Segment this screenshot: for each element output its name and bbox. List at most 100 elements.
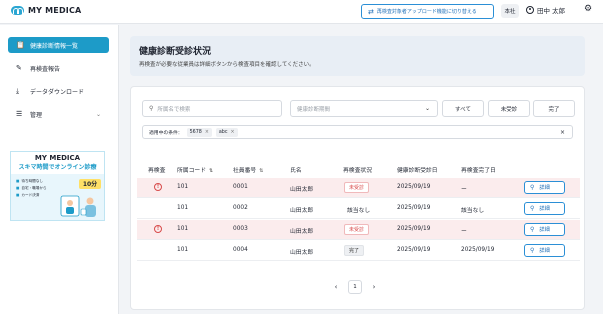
user-name: 田中 太郎 — [537, 7, 566, 15]
column-header: 氏名 — [290, 168, 302, 174]
promo-banner[interactable]: MY MEDICA スキマ時間でオンライン診療 待ち時間なし 自宅・職場から カ… — [10, 151, 105, 221]
exam-date: 2025/09/19 — [397, 184, 431, 190]
search-icon: ⚲ — [149, 105, 154, 112]
chevron-right-icon[interactable]: › — [368, 283, 380, 291]
filter-chip-label: abc — [218, 129, 228, 135]
user-icon — [526, 6, 534, 14]
user-menu[interactable]: 田中 太郎 — [526, 5, 565, 15]
search-icon: ⚲ — [530, 226, 535, 233]
detail-button[interactable]: ⚲ 詳細 — [524, 244, 565, 257]
table-row: 101 0002 山田太郎 該当なし 2025/09/19 該当なし ⚲ 詳細 — [137, 199, 580, 219]
filter-chip-label: 5678 — [189, 129, 202, 135]
employee-number: 0004 — [233, 247, 248, 253]
detail-button-label: 詳細 — [539, 248, 550, 254]
employee-number: 0001 — [233, 184, 248, 190]
column-header-label: 社員番号 — [233, 168, 257, 174]
office-badge[interactable]: 本社 — [501, 4, 519, 18]
sidebar-item-admin[interactable]: ☰ 管理 ⌄ — [8, 106, 109, 122]
alert-icon: ! — [154, 183, 162, 191]
banner-header: MY MEDICA スキマ時間でオンライン診療 — [11, 152, 104, 174]
filter-chip[interactable]: 5678 × — [186, 127, 212, 137]
alert-icon: ! — [154, 225, 162, 233]
period-placeholder: 健康診断期間 — [297, 106, 331, 113]
results-panel: ⚲ 所属名で検索 健康診断期間 ⌄ すべて 未受診 完了 適用中の条件： 567… — [130, 86, 585, 310]
status-badge: 完了 — [344, 245, 365, 256]
retest-done-date: 該当なし — [461, 208, 485, 214]
page-title: 健康診断受診状況 — [139, 47, 212, 57]
retest-done-date: ー — [461, 187, 467, 193]
pagination: ‹ 1 › — [330, 280, 380, 294]
filter-untested-button[interactable]: 未受診 — [488, 100, 530, 117]
sidebar-item-label: データダウンロード — [30, 88, 85, 96]
report-icon: ✎ — [16, 64, 22, 72]
page-header-card: 健康診断受診状況 再検査が必要な従業員は詳細ボタンから検査項目を確認してください… — [130, 36, 585, 76]
detail-button-label: 詳細 — [539, 185, 550, 191]
brand-name: MY MEDICA — [28, 6, 82, 15]
banner-point: カード決済 — [16, 192, 47, 199]
active-filters: 適用中の条件： 5678 × abc × × — [142, 125, 573, 139]
banner-tagline: スキマ時間でオンライン診療 — [18, 164, 97, 171]
employee-name: 山田太郎 — [290, 250, 314, 256]
detail-button[interactable]: ⚲ 詳細 — [524, 223, 565, 236]
brand-logo[interactable]: MY MEDICA — [11, 6, 81, 15]
table-row: ! 101 0003 山田太郎 未受診 2025/09/19 ー ⚲ 詳細 — [137, 220, 580, 240]
filter-done-button[interactable]: 完了 — [533, 100, 575, 117]
dept-code: 101 — [177, 184, 189, 190]
banner-badge: 10分 — [79, 179, 101, 189]
swap-icon: ⇄ — [368, 7, 374, 16]
chevron-left-icon[interactable]: ‹ — [330, 283, 342, 291]
banner-point: 自宅・職場から — [16, 185, 46, 192]
search-placeholder: 所属名で検索 — [157, 106, 191, 113]
status-badge: 未受診 — [344, 224, 370, 235]
detail-button[interactable]: ⚲ 詳細 — [524, 202, 565, 215]
retest-done-date: ー — [461, 229, 467, 235]
dept-code: 101 — [177, 205, 189, 211]
banner-brand: MY MEDICA — [34, 154, 81, 162]
exam-date: 2025/09/19 — [397, 205, 431, 211]
detail-button[interactable]: ⚲ 詳細 — [524, 181, 565, 194]
retest-done-date: 2025/09/19 — [461, 247, 495, 253]
period-select[interactable]: 健康診断期間 ⌄ — [290, 100, 438, 117]
sidebar-item-label: 健康診断情報一覧 — [30, 42, 79, 50]
active-filters-label: 適用中の条件： — [149, 130, 183, 136]
page-button-current[interactable]: 1 — [348, 280, 362, 294]
status-badge: 未受診 — [344, 182, 370, 193]
chevron-down-icon: ⌄ — [424, 105, 430, 112]
filter-all-button[interactable]: すべて — [442, 100, 484, 117]
page-description: 再検査が必要な従業員は詳細ボタンから検査項目を確認してください。 — [139, 62, 315, 68]
logo-icon — [11, 6, 24, 15]
detail-button-label: 詳細 — [539, 206, 550, 212]
employee-number: 0002 — [233, 205, 248, 211]
search-icon: ⚲ — [530, 247, 535, 254]
sidebar-item-health-list[interactable]: 📋 健康診断情報一覧 — [8, 37, 109, 53]
sidebar-item-retest-report[interactable]: ✎ 再検査報告 — [8, 60, 109, 76]
column-header-emp[interactable]: 社員番号 ⇅ — [233, 165, 263, 174]
column-header: 再検査完了日 — [461, 168, 496, 174]
switch-mode-button[interactable]: ⇄ 再検査対象者アップロード機能に切り替える — [361, 4, 494, 19]
column-header: 健康診断受診日 — [397, 168, 438, 174]
column-header-label: 所属コード — [177, 168, 206, 174]
dept-code: 101 — [177, 226, 189, 232]
filter-chip[interactable]: abc × — [215, 127, 238, 137]
table-row: ! 101 0001 山田太郎 未受診 2025/09/19 ー ⚲ 詳細 — [137, 178, 580, 198]
clear-filters-button[interactable]: × — [560, 129, 565, 136]
chevron-down-icon: ⌄ — [95, 110, 101, 118]
search-icon: ⚲ — [530, 184, 535, 191]
column-header: 再検査 — [148, 168, 166, 174]
table-row: 101 0004 山田太郎 完了 2025/09/19 2025/09/19 ⚲… — [137, 241, 580, 261]
dept-code: 101 — [177, 247, 189, 253]
employee-number: 0003 — [233, 226, 248, 232]
sidebar-item-download[interactable]: ⤓ データダウンロード — [8, 83, 109, 99]
sidebar-item-label: 管理 — [30, 111, 43, 119]
app-header: MY MEDICA ⇄ 再検査対象者アップロード機能に切り替える 本社 田中 太… — [0, 0, 603, 24]
sidebar: 📋 健康診断情報一覧 ✎ 再検査報告 ⤓ データダウンロード ☰ 管理 ⌄ MY… — [0, 25, 119, 314]
column-header-dept[interactable]: 所属コード ⇅ — [177, 165, 213, 174]
search-input[interactable]: ⚲ 所属名で検索 — [142, 100, 282, 117]
exam-date: 2025/09/19 — [397, 226, 431, 232]
sort-icon: ⇅ — [209, 168, 214, 174]
banner-illustration — [60, 195, 96, 217]
close-icon[interactable]: × — [205, 130, 209, 135]
close-icon[interactable]: × — [230, 130, 234, 135]
sort-icon: ⇅ — [259, 168, 264, 174]
gear-icon[interactable]: ⚙ — [584, 4, 592, 14]
